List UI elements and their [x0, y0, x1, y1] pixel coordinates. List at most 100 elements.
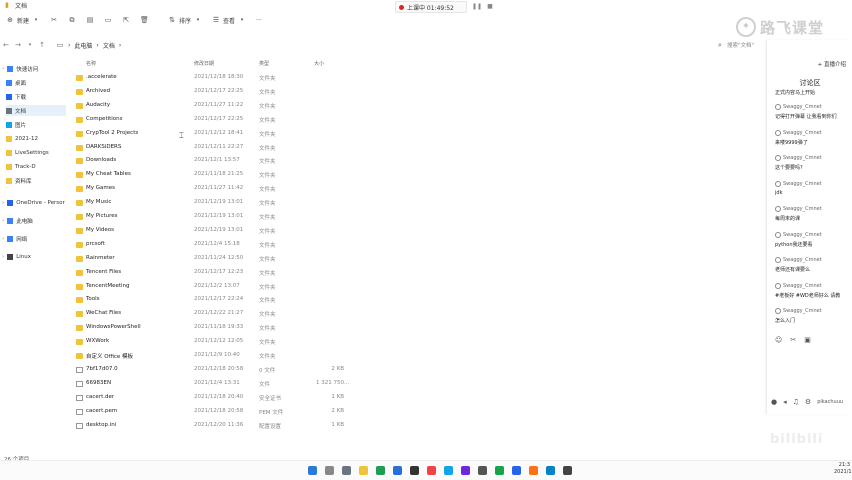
sidebar-item[interactable]: 下载: [6, 91, 66, 102]
terminal-icon[interactable]: [410, 466, 419, 475]
more-button[interactable]: ···: [256, 17, 262, 24]
file-row[interactable]: Archived 2021/12/17 22:25 文件夹: [76, 86, 356, 99]
file-row[interactable]: My Cheat Tables 2021/11/18 21:25 文件夹: [76, 169, 356, 182]
scissors-icon[interactable]: ✂: [790, 336, 796, 344]
new-button[interactable]: ⊕ 新建 ▾: [6, 16, 40, 25]
file-row[interactable]: desktop.ini 2021/12/20 11:36 配置设置 1 KB: [76, 420, 356, 433]
stop-icon[interactable]: ■: [486, 3, 494, 11]
speaker-icon[interactable]: ◂: [783, 398, 787, 406]
chevron-right-icon[interactable]: ›: [2, 200, 4, 206]
music-icon[interactable]: ♫: [793, 398, 799, 406]
file-name: DARKSiDERS: [86, 143, 122, 150]
paste-icon[interactable]: ▤: [86, 16, 94, 24]
breadcrumb-item[interactable]: 此电脑: [74, 41, 92, 50]
chevron-right-icon[interactable]: ›: [2, 236, 4, 242]
file-row[interactable]: DARKSiDERS 2021/12/11 22:27 文件夹: [76, 142, 356, 155]
up-icon[interactable]: ↑: [36, 41, 48, 49]
file-row[interactable]: Tencent Files 2021/12/17 12:23 文件夹: [76, 267, 356, 280]
sidebar-item[interactable]: › 快速访问: [2, 63, 66, 74]
column-header-type[interactable]: 类型: [259, 60, 269, 67]
file-row[interactable]: WeChat Files 2021/12/22 21:27 文件夹: [76, 308, 356, 321]
file-row[interactable]: Tools 2021/12/17 22:24 文件夹: [76, 294, 356, 307]
file-row[interactable]: WindowsPowerShell 2021/11/18 19:33 文件夹: [76, 322, 356, 335]
file-row[interactable]: prcsoft 2021/12/4 15:18 文件夹: [76, 239, 356, 252]
app-icon[interactable]: [444, 466, 453, 475]
sidebar-item[interactable]: › Linux: [2, 251, 66, 262]
app-icon[interactable]: [563, 466, 572, 475]
file-type: 文件夹: [259, 76, 276, 82]
emoji-icon[interactable]: ☺: [775, 336, 782, 344]
share-icon[interactable]: ⇱: [122, 16, 130, 24]
sidebar-item[interactable]: 桌面: [6, 77, 66, 88]
app-icon[interactable]: [512, 466, 521, 475]
file-row[interactable]: Audacity 2021/11/27 11:22 文件夹: [76, 100, 356, 113]
recent-chevron-icon[interactable]: ▾: [24, 42, 36, 48]
app-icon[interactable]: [478, 466, 487, 475]
app-icon[interactable]: [427, 466, 436, 475]
file-row[interactable]: 66983EN 2021/12/4 13:31 文件 1 321 750...: [76, 378, 356, 391]
file-row[interactable]: 7bf17d07.0 2021/12/18 20:58 0 文件 2 KB: [76, 364, 356, 377]
pause-icon[interactable]: ❚❚: [472, 3, 482, 11]
app-icon[interactable]: [461, 466, 470, 475]
file-row[interactable]: cacert.pem 2021/12/18 20:58 PEM 文件 2 KB: [76, 406, 356, 419]
wechat-icon[interactable]: [495, 466, 504, 475]
column-header-size[interactable]: 大小: [314, 60, 324, 67]
column-header-name[interactable]: 名称: [86, 60, 96, 67]
sidebar-item[interactable]: 文档: [6, 105, 66, 116]
sidebar-item[interactable]: › OneDrive - Persor: [2, 197, 66, 208]
chevron-right-icon[interactable]: ›: [2, 254, 4, 260]
copy-icon[interactable]: ⧉: [68, 16, 76, 24]
back-icon[interactable]: ←: [0, 41, 12, 49]
forward-icon[interactable]: →: [12, 41, 24, 49]
file-row[interactable]: CrypTool 2 Projects 2021/12/12 18:41 文件夹: [76, 128, 356, 141]
file-row[interactable]: TencentMeeting 2021/12/2 13:07 文件夹: [76, 281, 356, 294]
breadcrumb[interactable]: ▭ › 此电脑 › 文档 ›: [56, 41, 122, 50]
rename-icon[interactable]: ▭: [104, 16, 112, 24]
file-row[interactable]: cacert.der 2021/12/18 20:40 安全证书 1 KB: [76, 392, 356, 405]
file-row[interactable]: My Games 2021/11/27 11:42 文件夹: [76, 183, 356, 196]
file-name: Tools: [86, 296, 100, 303]
sidebar-item[interactable]: Track-D: [6, 161, 66, 172]
sidebar-item[interactable]: › 网络: [2, 233, 66, 244]
taskbar-clock[interactable]: 21:3 2021/12/2: [834, 462, 852, 476]
live-intro-link[interactable]: + 直播介绍: [818, 60, 846, 68]
sort-button[interactable]: ⇅ 排序 ▾: [168, 16, 202, 25]
microphone-icon[interactable]: ●: [771, 398, 777, 406]
app-icon[interactable]: [529, 466, 538, 475]
column-header-date[interactable]: 修改日期: [194, 60, 214, 67]
vscode-icon[interactable]: [393, 466, 402, 475]
file-row[interactable]: My Music 2021/12/19 13:01 文件夹: [76, 197, 356, 210]
file-row[interactable]: My Videos 2021/12/19 13:01 文件夹: [76, 225, 356, 238]
sidebar-item[interactable]: 2021-12: [6, 133, 66, 144]
sidebar-item[interactable]: › 此电脑: [2, 215, 66, 226]
app-icon[interactable]: [546, 466, 555, 475]
delete-icon[interactable]: 🗑: [140, 16, 149, 24]
sidebar-item[interactable]: LiveSettings: [6, 147, 66, 158]
file-explorer-icon[interactable]: [359, 466, 368, 475]
image-icon[interactable]: ▣: [804, 336, 811, 344]
browser-icon[interactable]: [376, 466, 385, 475]
sidebar-item[interactable]: 资料库: [6, 175, 66, 186]
chevron-right-icon[interactable]: ›: [2, 218, 4, 224]
file-row[interactable]: 自定义 Office 模板 2021/12/9 10:40 文件夹: [76, 350, 356, 363]
file-row[interactable]: .accelerate 2021/12/18 18:30 文件夹: [76, 72, 356, 85]
file-row[interactable]: My Pictures 2021/12/19 13:01 文件夹: [76, 211, 356, 224]
search-taskbar-icon[interactable]: [325, 466, 334, 475]
chevron-right-icon[interactable]: ›: [2, 66, 4, 72]
settings-icon[interactable]: ⚙: [805, 398, 811, 406]
file-date: 2021/12/17 12:23: [194, 268, 244, 275]
file-row[interactable]: Rainmeter 2021/11/24 12:50 文件夹: [76, 253, 356, 266]
sidebar-item[interactable]: 图片: [6, 119, 66, 130]
file-row[interactable]: Downloads 2021/12/1 13:57 文件夹: [76, 155, 356, 168]
chat-message: Swaggy_Cmnet 每周末的课: [775, 206, 852, 222]
task-view-icon[interactable]: [342, 466, 351, 475]
view-button[interactable]: ☰ 查看 ▾: [212, 16, 246, 25]
file-type: 文件夹: [259, 89, 276, 96]
file-row[interactable]: WXWork 2021/12/12 12:05 文件夹: [76, 336, 356, 349]
cut-icon[interactable]: ✂: [50, 16, 58, 24]
record-dot-icon: [399, 4, 404, 10]
breadcrumb-item[interactable]: 文档: [103, 41, 115, 50]
file-date: 2021/12/4 13:31: [194, 379, 240, 386]
file-row[interactable]: Competitions 2021/12/17 22:25 文件夹: [76, 114, 356, 127]
start-icon[interactable]: [308, 466, 317, 475]
